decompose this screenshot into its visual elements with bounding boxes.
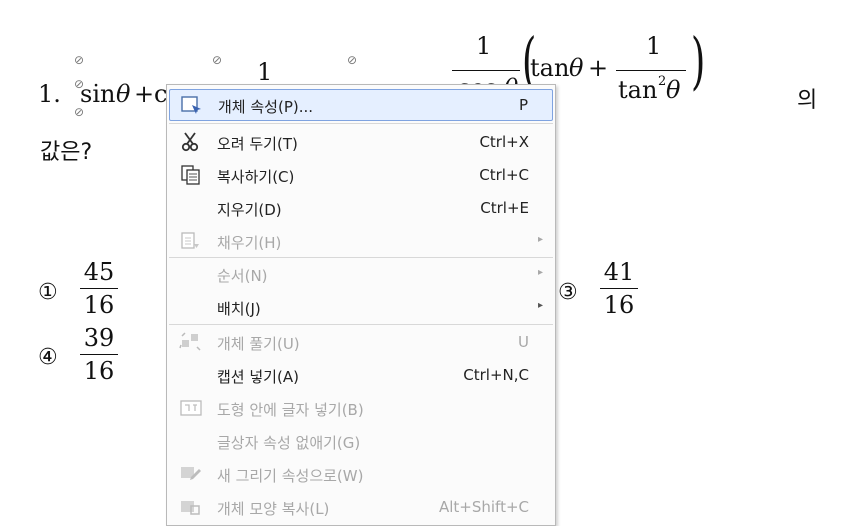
menu-item-shortcut: Ctrl+N,C	[463, 366, 529, 384]
choice-1-num: 45	[83, 258, 115, 286]
copy-shape-icon	[179, 496, 203, 518]
choice-mark: ④	[38, 345, 58, 370]
menu-item-arrange[interactable]: 배치(J) ▸	[169, 292, 553, 322]
choice-1-den: 16	[83, 291, 115, 319]
menu-item-label: 채우기(H)	[217, 234, 282, 252]
selection-handle-icon[interactable]: ⊘	[212, 54, 224, 66]
choice-mark: ①	[38, 280, 58, 305]
choice-3-num: 41	[603, 258, 635, 286]
fraction-bar	[80, 288, 118, 289]
menu-item-label: 개체 모양 복사(L)	[217, 500, 330, 518]
choice-3-den: 16	[603, 291, 635, 319]
choice-1-fraction: 45 16	[80, 258, 118, 319]
right-paren: )	[690, 24, 706, 97]
choice-4-den: 16	[83, 357, 115, 385]
selection-handle-icon[interactable]: ⊘	[347, 54, 359, 66]
choice-3-fraction: 41 16	[600, 258, 638, 319]
menu-separator	[169, 257, 553, 258]
menu-item-shortcut: Alt+Shift+C	[438, 498, 529, 516]
menu-item-remove-textbox-props[interactable]: 글상자 속성 없애기(G)	[169, 426, 553, 456]
menu-item-cut[interactable]: 오려 두기(T) Ctrl+X	[169, 127, 553, 157]
selection-handle-icon[interactable]: ⊘	[74, 78, 86, 90]
choice-mark: ③	[558, 280, 578, 305]
inner-theta: θ	[569, 54, 584, 82]
expr-theta: θ	[116, 80, 131, 108]
menu-separator	[169, 123, 553, 124]
inner-frac-den-tan: tan	[618, 76, 658, 104]
menu-item-label: 새 그리기 속성으로(W)	[217, 467, 364, 485]
fraction-bar	[80, 354, 118, 355]
fill-icon	[179, 230, 203, 252]
menu-item-copy[interactable]: 복사하기(C) Ctrl+C	[169, 160, 553, 190]
menu-item-label: 캡션 넣기(A)	[217, 368, 299, 386]
menu-item-label: 개체 풀기(U)	[217, 335, 300, 353]
menu-separator	[169, 324, 553, 325]
copy-icon	[179, 164, 203, 186]
menu-item-label: 순서(N)	[217, 267, 268, 285]
submenu-arrow-icon: ▸	[537, 300, 543, 311]
menu-item-fill[interactable]: 채우기(H) ▸	[169, 226, 553, 256]
text-in-shape-icon	[179, 397, 203, 419]
menu-item-shortcut: P	[518, 96, 528, 114]
question-number: 1.	[38, 80, 61, 108]
frac-right-num: 1	[476, 32, 492, 60]
expr-plus: +	[134, 80, 155, 108]
menu-item-label: 개체 속성(P)...	[218, 98, 314, 116]
selection-handle-icon[interactable]: ⊘	[74, 106, 86, 118]
menu-item-label: 글상자 속성 없애기(G)	[217, 434, 361, 452]
frac-top-num: 1	[257, 58, 273, 86]
new-drawing-style-icon	[179, 463, 203, 485]
menu-item-insert-caption[interactable]: 캡션 넣기(A) Ctrl+N,C	[169, 360, 553, 390]
menu-item-label: 오려 두기(T)	[217, 135, 298, 153]
menu-item-shortcut: Ctrl+C	[479, 166, 529, 184]
inner-frac-bar	[616, 70, 686, 71]
menu-item-shortcut: Ctrl+X	[479, 133, 529, 151]
object-properties-icon	[180, 94, 204, 116]
menu-item-label: 복사하기(C)	[217, 168, 295, 186]
inner-frac-num: 1	[646, 32, 662, 60]
question-tail: 의	[797, 88, 818, 113]
submenu-arrow-icon: ▸	[537, 234, 543, 245]
context-menu: 개체 속성(P)... P 오려 두기(T) Ctrl+X 복사하기(C) Ct…	[166, 84, 556, 526]
choice-4-fraction: 39 16	[80, 324, 118, 385]
submenu-arrow-icon: ▸	[537, 267, 543, 278]
menu-item-shortcut: Ctrl+E	[480, 199, 529, 217]
fraction-bar	[600, 288, 638, 289]
menu-item-shortcut: U	[518, 333, 529, 351]
menu-item-object-properties[interactable]: 개체 속성(P)... P	[169, 89, 553, 121]
menu-item-label: 도형 안에 글자 넣기(B)	[217, 401, 364, 419]
menu-item-label: 지우기(D)	[217, 201, 282, 219]
question-line2: 값은?	[40, 140, 93, 165]
selection-handle-icon[interactable]: ⊘	[74, 54, 86, 66]
menu-item-copy-shape[interactable]: 개체 모양 복사(L) Alt+Shift+C	[169, 492, 553, 522]
inner-frac-den-theta: θ	[666, 76, 681, 104]
menu-item-delete[interactable]: 지우기(D) Ctrl+E	[169, 193, 553, 223]
inner-plus: +	[588, 54, 609, 82]
menu-item-new-drawing-style[interactable]: 새 그리기 속성으로(W)	[169, 459, 553, 489]
menu-item-order[interactable]: 순서(N) ▸	[169, 259, 553, 289]
ungroup-icon	[179, 331, 203, 353]
frac-right-bar	[452, 70, 520, 71]
scissors-icon	[179, 131, 203, 153]
choice-4-num: 39	[83, 324, 115, 352]
menu-item-ungroup[interactable]: 개체 풀기(U) U	[169, 327, 553, 357]
menu-item-label: 배치(J)	[217, 300, 261, 318]
inner-tan: tan	[530, 54, 570, 82]
menu-item-text-in-shape[interactable]: 도형 안에 글자 넣기(B)	[169, 393, 553, 423]
